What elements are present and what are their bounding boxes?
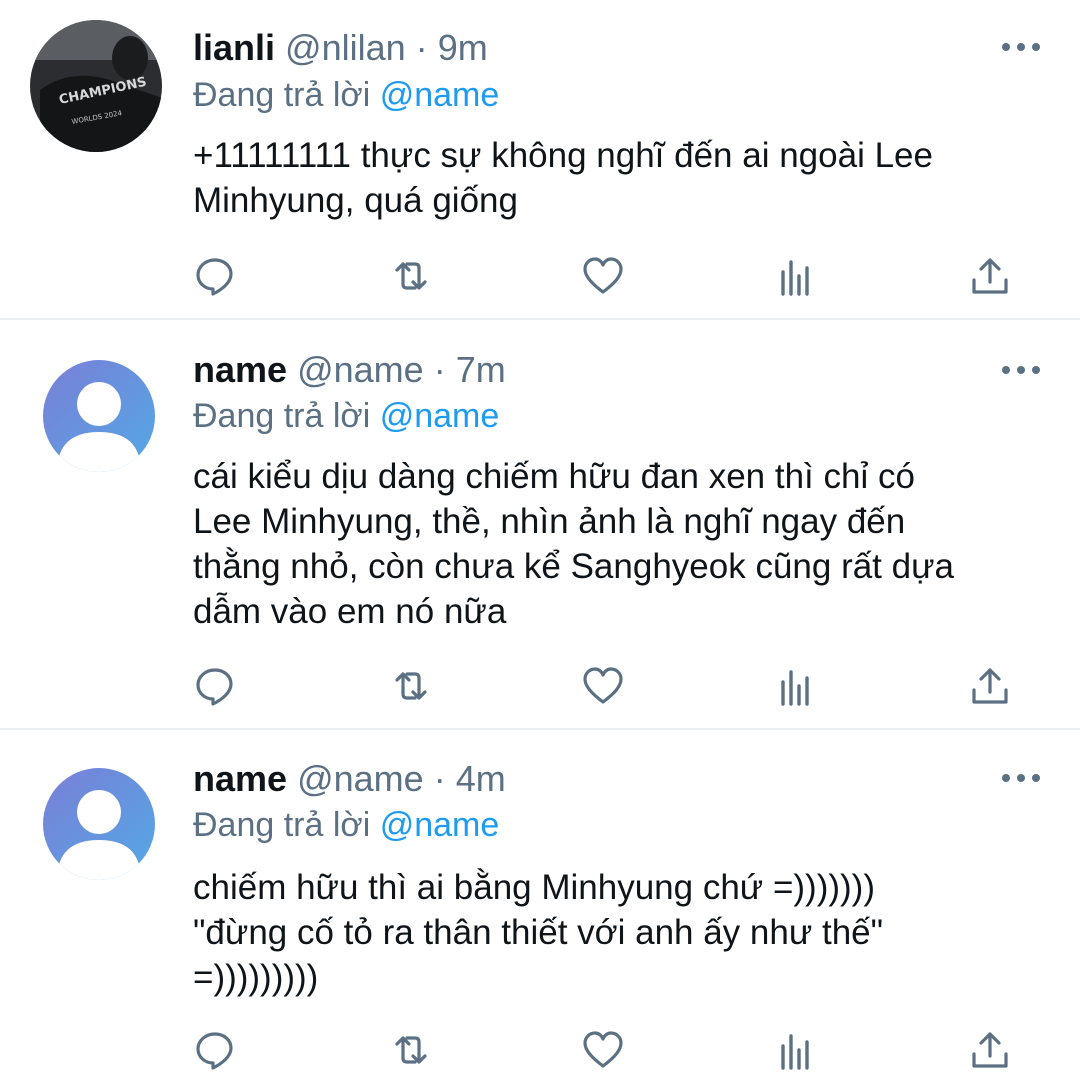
tweet-actions [0, 254, 1080, 298]
dot-separator: · [415, 27, 428, 68]
reply-prefix: Đang trả lời [193, 397, 371, 435]
more-icon[interactable] [1002, 773, 1040, 783]
retweet-icon[interactable] [389, 664, 433, 708]
tweet-1[interactable]: CHAMPIONS WORLDS 2024 lianli @nlilan · 9… [0, 0, 1080, 318]
handle[interactable]: @nlilan [285, 27, 406, 68]
display-name[interactable]: name [193, 349, 287, 390]
reply-prefix: Đang trả lời [193, 806, 371, 844]
timestamp[interactable]: 9m [438, 27, 488, 68]
share-icon[interactable] [968, 1028, 1012, 1072]
like-icon[interactable] [581, 254, 625, 298]
reply-icon[interactable] [193, 664, 237, 708]
more-icon[interactable] [1002, 365, 1040, 375]
reply-mention[interactable]: @name [380, 76, 500, 114]
reply-prefix: Đang trả lời [193, 76, 371, 114]
analytics-icon[interactable] [775, 1028, 819, 1072]
dot-separator: · [433, 349, 446, 390]
tweet-header: name @name · 7m [193, 348, 506, 392]
display-name[interactable]: name [193, 758, 287, 799]
share-icon[interactable] [968, 664, 1012, 708]
avatar[interactable] [43, 360, 155, 472]
like-icon[interactable] [581, 1028, 625, 1072]
tweet-text: +11111111 thực sự không nghĩ đến ai ngoà… [193, 136, 933, 220]
avatar[interactable] [43, 768, 155, 880]
reply-icon[interactable] [193, 1028, 237, 1072]
timestamp[interactable]: 7m [456, 349, 506, 390]
reply-mention[interactable]: @name [380, 806, 500, 844]
reply-context: Đang trả lời @name [193, 394, 499, 438]
tweet-header: name @name · 4m [193, 757, 506, 801]
more-icon[interactable] [1002, 42, 1040, 52]
tweet-header: lianli @nlilan · 9m [193, 26, 488, 70]
display-name[interactable]: lianli [193, 27, 275, 68]
tweet-actions [0, 664, 1080, 708]
tweet-actions [0, 1028, 1080, 1072]
timestamp[interactable]: 4m [456, 758, 506, 799]
tweet-2[interactable]: name @name · 7m Đang trả lời @name cái k… [0, 320, 1080, 728]
tweet-text: chiếm hữu thì ai bằng Minhyung chứ =))))… [193, 868, 884, 997]
analytics-icon[interactable] [775, 254, 819, 298]
tweet-3[interactable]: name @name · 4m Đang trả lời @name chiếm… [0, 730, 1080, 1088]
tweet-text: cái kiểu dịu dàng chiếm hữu đan xen thì … [193, 457, 954, 631]
dot-separator: · [433, 758, 446, 799]
like-icon[interactable] [581, 664, 625, 708]
analytics-icon[interactable] [775, 664, 819, 708]
avatar[interactable]: CHAMPIONS WORLDS 2024 [30, 20, 162, 152]
reply-context: Đang trả lời @name [193, 803, 499, 847]
retweet-icon[interactable] [389, 254, 433, 298]
reply-icon[interactable] [193, 254, 237, 298]
retweet-icon[interactable] [389, 1028, 433, 1072]
handle[interactable]: @name [297, 349, 424, 390]
reply-mention[interactable]: @name [380, 397, 500, 435]
handle[interactable]: @name [297, 758, 424, 799]
share-icon[interactable] [968, 254, 1012, 298]
reply-context: Đang trả lời @name [193, 73, 499, 117]
